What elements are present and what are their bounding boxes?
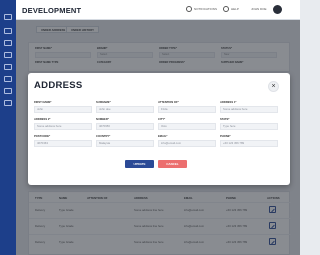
field-label: POSTCODE*: [34, 135, 51, 138]
app-title: DEVELOPMENT: [22, 6, 82, 15]
address-2-input[interactable]: Some address here: [34, 123, 92, 130]
field-label: SURNAME*: [96, 101, 111, 104]
field-label: CITY*: [158, 118, 166, 121]
users-icon[interactable]: [4, 40, 12, 46]
phone-input[interactable]: +60 123 456 789: [220, 140, 278, 147]
cart-icon[interactable]: [4, 52, 12, 58]
number-input[interactable]: 4670956: [96, 123, 154, 130]
email-field[interactable]: info@email.com: [158, 140, 216, 147]
address-1-input[interactable]: Some address here: [220, 106, 278, 113]
avatar[interactable]: [273, 5, 282, 14]
update-button[interactable]: UPDATE: [125, 160, 154, 168]
user-name[interactable]: JOHN DOE: [251, 7, 267, 11]
cancel-button[interactable]: CANCEL: [158, 160, 187, 168]
state-input[interactable]: Type here: [220, 123, 278, 130]
home-icon[interactable]: [4, 28, 12, 34]
help-link[interactable]: HELP: [231, 7, 239, 11]
postcode-input[interactable]: 4670363: [34, 140, 92, 147]
modal-title: ADDRESS: [34, 80, 83, 91]
first-name-input[interactable]: John: [34, 106, 92, 113]
field-label: EMAIL*: [158, 135, 168, 138]
field-label: COUNTRY*: [96, 135, 111, 138]
field-label: ADDRESS 2*: [34, 118, 51, 121]
box-icon[interactable]: [4, 88, 12, 94]
list-icon[interactable]: [4, 64, 12, 70]
field-label: STATE*: [220, 118, 230, 121]
close-button[interactable]: ×: [268, 81, 279, 92]
field-label: ADDRESS 1*: [220, 101, 237, 104]
search-icon[interactable]: [4, 76, 12, 82]
field-label: PHONE*: [220, 135, 231, 138]
city-input[interactable]: Oslo: [158, 123, 216, 130]
settings-icon[interactable]: [4, 100, 12, 106]
help-icon[interactable]: [223, 6, 229, 12]
attention-of-input[interactable]: Frida: [158, 106, 216, 113]
bell-icon[interactable]: [186, 6, 192, 12]
menu-icon[interactable]: [4, 14, 12, 20]
field-label: FIRST NAME*: [34, 101, 52, 104]
sidebar: [0, 0, 16, 255]
field-label: ATTENTION OF*: [158, 101, 179, 104]
top-bar: DEVELOPMENT NOTIFICATIONS HELP JOHN DOE: [16, 0, 300, 20]
country-select[interactable]: Malaysia: [96, 140, 154, 147]
field-label: NUMBER*: [96, 118, 109, 121]
surname-input[interactable]: John doe: [96, 106, 154, 113]
notifications-link[interactable]: NOTIFICATIONS: [194, 7, 217, 11]
address-modal: ADDRESS × FIRST NAME* John SURNAME* John…: [28, 73, 290, 185]
